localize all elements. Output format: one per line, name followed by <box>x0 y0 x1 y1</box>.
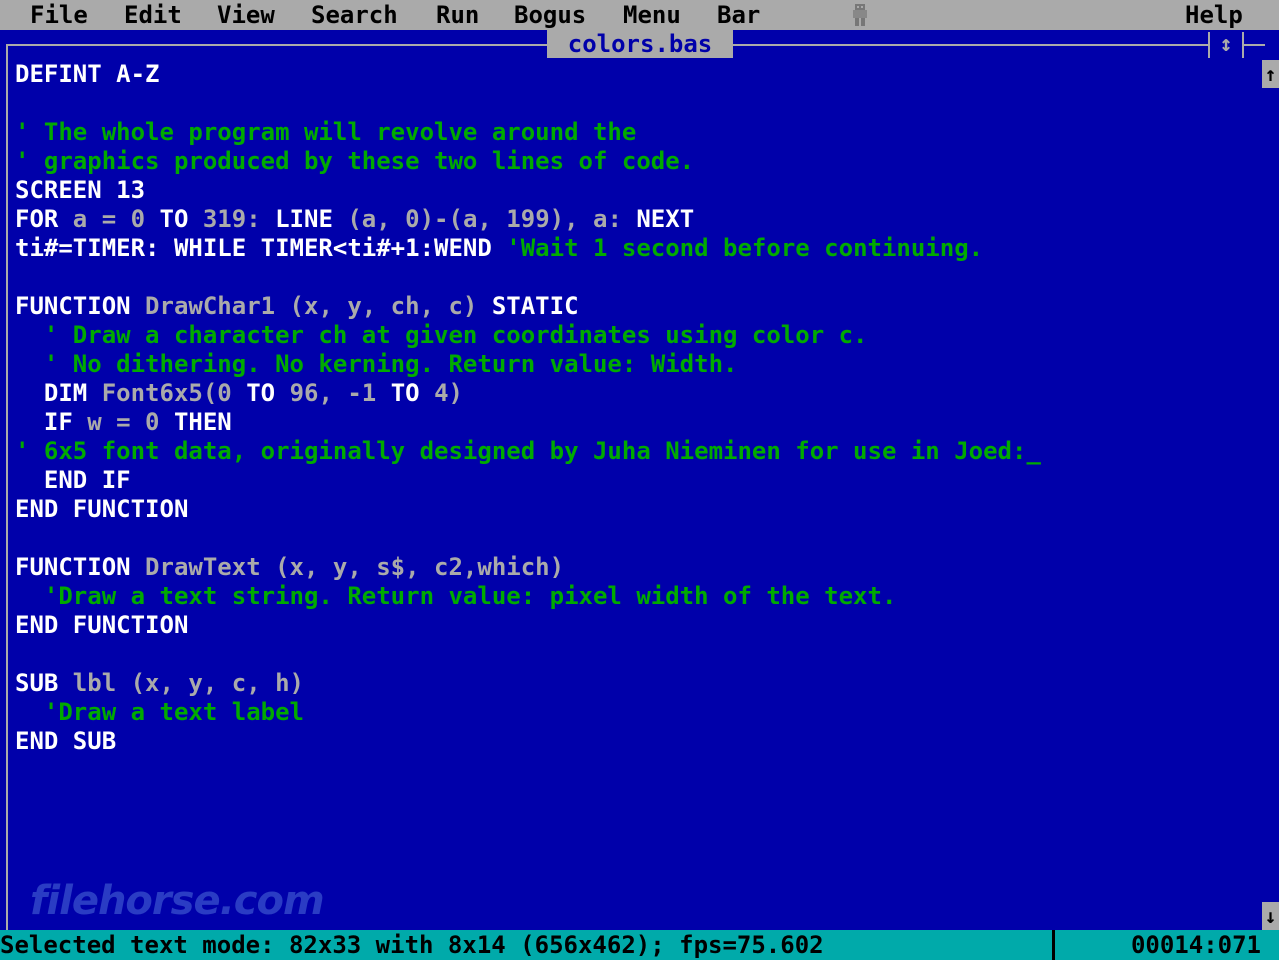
code-token: lbl (x, y, c, h) <box>72 669 304 697</box>
code-line: END SUB <box>15 727 1255 756</box>
scroll-up-arrow-icon[interactable]: ↑ <box>1262 60 1279 88</box>
code-comment: 'Wait 1 second before continuing. <box>506 234 984 262</box>
code-token: w = 0 <box>87 408 174 436</box>
menu-help[interactable]: Help <box>1185 0 1243 30</box>
code-line: 'Draw a text label <box>15 698 1255 727</box>
code-line: IF w = 0 THEN <box>15 408 1255 437</box>
code-line: ' The whole program will revolve around … <box>15 118 1255 147</box>
code-line: FUNCTION DrawText (x, y, s$, c2,which) <box>15 553 1255 582</box>
menu-run[interactable]: Run <box>436 0 479 30</box>
text-cursor: _ <box>1026 437 1041 465</box>
code-comment: ' The whole program will revolve around … <box>15 118 637 146</box>
code-line: 'Draw a text string. Return value: pixel… <box>15 582 1255 611</box>
code-line: FUNCTION DrawChar1 (x, y, ch, c) STATIC <box>15 292 1255 321</box>
code-token: NEXT <box>636 205 695 233</box>
code-token: SCREEN 13 <box>15 176 146 204</box>
code-token: IF <box>15 408 88 436</box>
code-token: DrawChar1 (x, y, ch, c) <box>145 292 492 320</box>
code-token: Font6x5(0 <box>101 379 247 407</box>
code-token: TO <box>159 205 203 233</box>
code-comment: ' graphics produced by these two lines o… <box>15 147 695 175</box>
menu-search[interactable]: Search <box>311 0 398 30</box>
mascot-icon <box>853 4 867 26</box>
menu-view[interactable]: View <box>217 0 275 30</box>
status-divider <box>1052 930 1055 960</box>
code-line: FOR a = 0 TO 319: LINE (a, 0)-(a, 199), … <box>15 205 1255 234</box>
maximize-button[interactable]: ↕ <box>1208 32 1244 58</box>
code-token: STATIC <box>491 292 579 320</box>
code-line: ' Draw a character ch at given coordinat… <box>15 321 1255 350</box>
code-token: END IF <box>15 466 131 494</box>
menu-menu[interactable]: Menu <box>623 0 681 30</box>
code-line: ' graphics produced by these two lines o… <box>15 147 1255 176</box>
code-token: DIM <box>15 379 102 407</box>
code-token: a = 0 <box>72 205 160 233</box>
menu-bar: File Edit View Search Run Bogus Menu Bar… <box>0 0 1279 30</box>
code-token: (a, 0)-(a, 199), a: <box>347 205 637 233</box>
code-token: FUNCTION <box>15 553 146 581</box>
code-comment: ' Draw a character ch at given coordinat… <box>15 321 868 349</box>
code-comment: ' 6x5 font data, originally designed by … <box>15 437 1027 465</box>
code-token: ti#=TIMER: WHILE TIMER<ti#+1:WEND <box>15 234 507 262</box>
code-line: END FUNCTION <box>15 495 1255 524</box>
code-token: 4) <box>434 379 463 407</box>
code-token: DrawText (x, y, s$, c2,which) <box>145 553 565 581</box>
code-editor[interactable]: DEFINT A-Z ' The whole program will revo… <box>15 60 1255 920</box>
code-token: TO <box>246 379 290 407</box>
file-title: colors.bas <box>547 30 733 58</box>
code-line: DEFINT A-Z <box>15 60 1255 89</box>
code-comment: 'Draw a text label <box>15 698 304 726</box>
status-bar: Selected text mode: 82x33 with 8x14 (656… <box>0 930 1279 960</box>
code-token: 319: <box>202 205 276 233</box>
code-token: FOR <box>15 205 73 233</box>
code-comment: 'Draw a text string. Return value: pixel… <box>15 582 897 610</box>
code-token: DEFINT A-Z <box>15 60 160 88</box>
code-token: THEN <box>173 408 232 436</box>
code-line: SCREEN 13 <box>15 176 1255 205</box>
code-line: ' No dithering. No kerning. Return value… <box>15 350 1255 379</box>
code-line: SUB lbl (x, y, c, h) <box>15 669 1255 698</box>
code-token: LINE <box>275 205 348 233</box>
menu-edit[interactable]: Edit <box>124 0 182 30</box>
code-token: FUNCTION <box>15 292 146 320</box>
code-line: DIM Font6x5(0 TO 96, -1 TO 4) <box>15 379 1255 408</box>
vertical-scrollbar[interactable]: ↑ ↓ <box>1262 60 1279 930</box>
code-token: 96, -1 <box>289 379 391 407</box>
menu-bogus[interactable]: Bogus <box>514 0 586 30</box>
code-line: ' 6x5 font data, originally designed by … <box>15 437 1255 466</box>
code-token: TO <box>390 379 435 407</box>
menu-file[interactable]: File <box>30 0 88 30</box>
code-token: END SUB <box>15 727 117 755</box>
watermark-logo: filehorse.com <box>30 878 325 924</box>
status-text: Selected text mode: 82x33 with 8x14 (656… <box>0 931 824 959</box>
cursor-position: 00014:071 <box>1130 931 1261 959</box>
code-line: ti#=TIMER: WHILE TIMER<ti#+1:WEND 'Wait … <box>15 234 1255 263</box>
code-token: END FUNCTION <box>15 495 189 523</box>
menu-bar-item[interactable]: Bar <box>717 0 760 30</box>
code-token: SUB <box>15 669 73 697</box>
code-line: END IF <box>15 466 1255 495</box>
scroll-down-arrow-icon[interactable]: ↓ <box>1262 902 1279 930</box>
code-comment: ' No dithering. No kerning. Return value… <box>15 350 738 378</box>
code-line: END FUNCTION <box>15 611 1255 640</box>
code-token: END FUNCTION <box>15 611 189 639</box>
editor-window: colors.bas ↕ ↑ ↓ DEFINT A-Z ' The whole … <box>0 30 1279 930</box>
